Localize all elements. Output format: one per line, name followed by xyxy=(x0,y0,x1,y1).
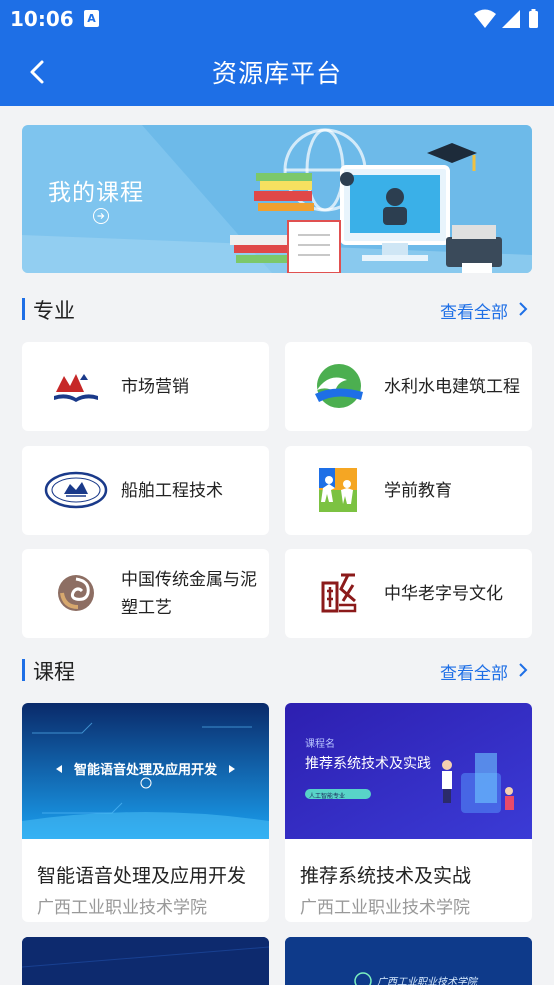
major-card-preschool[interactable]: 学前教育 xyxy=(285,446,532,535)
wifi-icon xyxy=(474,9,496,28)
major-label: 中国传统金属与泥塑工艺 xyxy=(121,569,257,618)
major-card-metal-clay[interactable]: 中国传统金属与泥塑工艺 xyxy=(22,549,269,638)
signal-icon xyxy=(502,10,520,28)
chevron-right-icon[interactable] xyxy=(516,660,530,680)
mountain-book-logo-icon xyxy=(54,374,98,402)
course-thumbnail-label: 课程名 xyxy=(305,739,335,750)
seal-character-logo-icon xyxy=(321,573,357,613)
course-thumbnail-text: 智能语音处理及应用开发 xyxy=(73,763,217,778)
course-card[interactable]: 智能语音处理及应用开发 智能语音处理及应用开发 广西工业职业技术学院 xyxy=(22,703,269,922)
major-label: 船舶工程技术 xyxy=(121,480,223,501)
course-thumbnail-text: 广西工业职业技术学院 xyxy=(377,977,477,985)
course-card[interactable] xyxy=(22,937,269,985)
major-card-marketing[interactable]: 市场营销 xyxy=(22,342,269,431)
my-courses-banner[interactable]: 我的课程 xyxy=(22,125,532,273)
course-school: 广西工业职业技术学院 xyxy=(300,898,470,918)
course-thumbnail xyxy=(22,937,269,985)
majors-view-all-link[interactable]: 查看全部 xyxy=(440,298,508,323)
major-label: 水利水电建筑工程 xyxy=(384,376,520,397)
section-accent-bar xyxy=(22,659,25,681)
status-bar: 10:06 A xyxy=(0,0,554,38)
courses-section-header: 课程 查看全部 xyxy=(22,656,532,686)
children-logo-icon xyxy=(319,468,357,512)
status-icons xyxy=(474,9,538,28)
swirl-logo-icon xyxy=(58,575,94,611)
course-name: 推荐系统技术及实战 xyxy=(300,865,472,887)
page-title: 资源库平台 xyxy=(211,59,342,88)
course-card[interactable]: 广西工业职业技术学院 xyxy=(285,937,532,985)
major-card-hydraulic[interactable]: 水利水电建筑工程 xyxy=(285,342,532,431)
major-label: 学前教育 xyxy=(384,480,452,501)
major-label: 市场营销 xyxy=(121,376,189,397)
app-header: 资源库平台 xyxy=(0,38,554,106)
course-card[interactable]: 课程名 推荐系统技术及实践 人工智能专业 推荐系统技术及实战 广西工业职业技术学… xyxy=(285,703,532,922)
courses-view-all-link[interactable]: 查看全部 xyxy=(440,659,508,684)
courses-section-title: 课程 xyxy=(33,660,75,684)
battery-icon xyxy=(529,11,538,28)
banner-arrow-icon xyxy=(93,208,109,224)
major-card-ship[interactable]: 船舶工程技术 xyxy=(22,446,269,535)
wave-logo-icon xyxy=(315,364,363,408)
notification-icon: A xyxy=(84,10,99,27)
course-school: 广西工业职业技术学院 xyxy=(37,898,207,918)
course-thumbnail-tag: 人工智能专业 xyxy=(309,793,346,800)
ship-seal-logo-icon xyxy=(44,471,108,509)
major-card-heritage-brands[interactable]: 中华老字号文化 xyxy=(285,549,532,638)
status-time: 10:06 xyxy=(10,7,74,31)
chevron-right-icon[interactable] xyxy=(516,299,530,319)
majors-section-title: 专业 xyxy=(33,299,75,323)
major-label: 中华老字号文化 xyxy=(384,583,503,604)
course-name: 智能语音处理及应用开发 xyxy=(37,865,247,887)
banner-title: 我的课程 xyxy=(48,180,144,206)
majors-section-header: 专业 查看全部 xyxy=(22,295,532,325)
course-thumbnail-text: 推荐系统技术及实践 xyxy=(305,756,431,772)
section-accent-bar xyxy=(22,298,25,320)
